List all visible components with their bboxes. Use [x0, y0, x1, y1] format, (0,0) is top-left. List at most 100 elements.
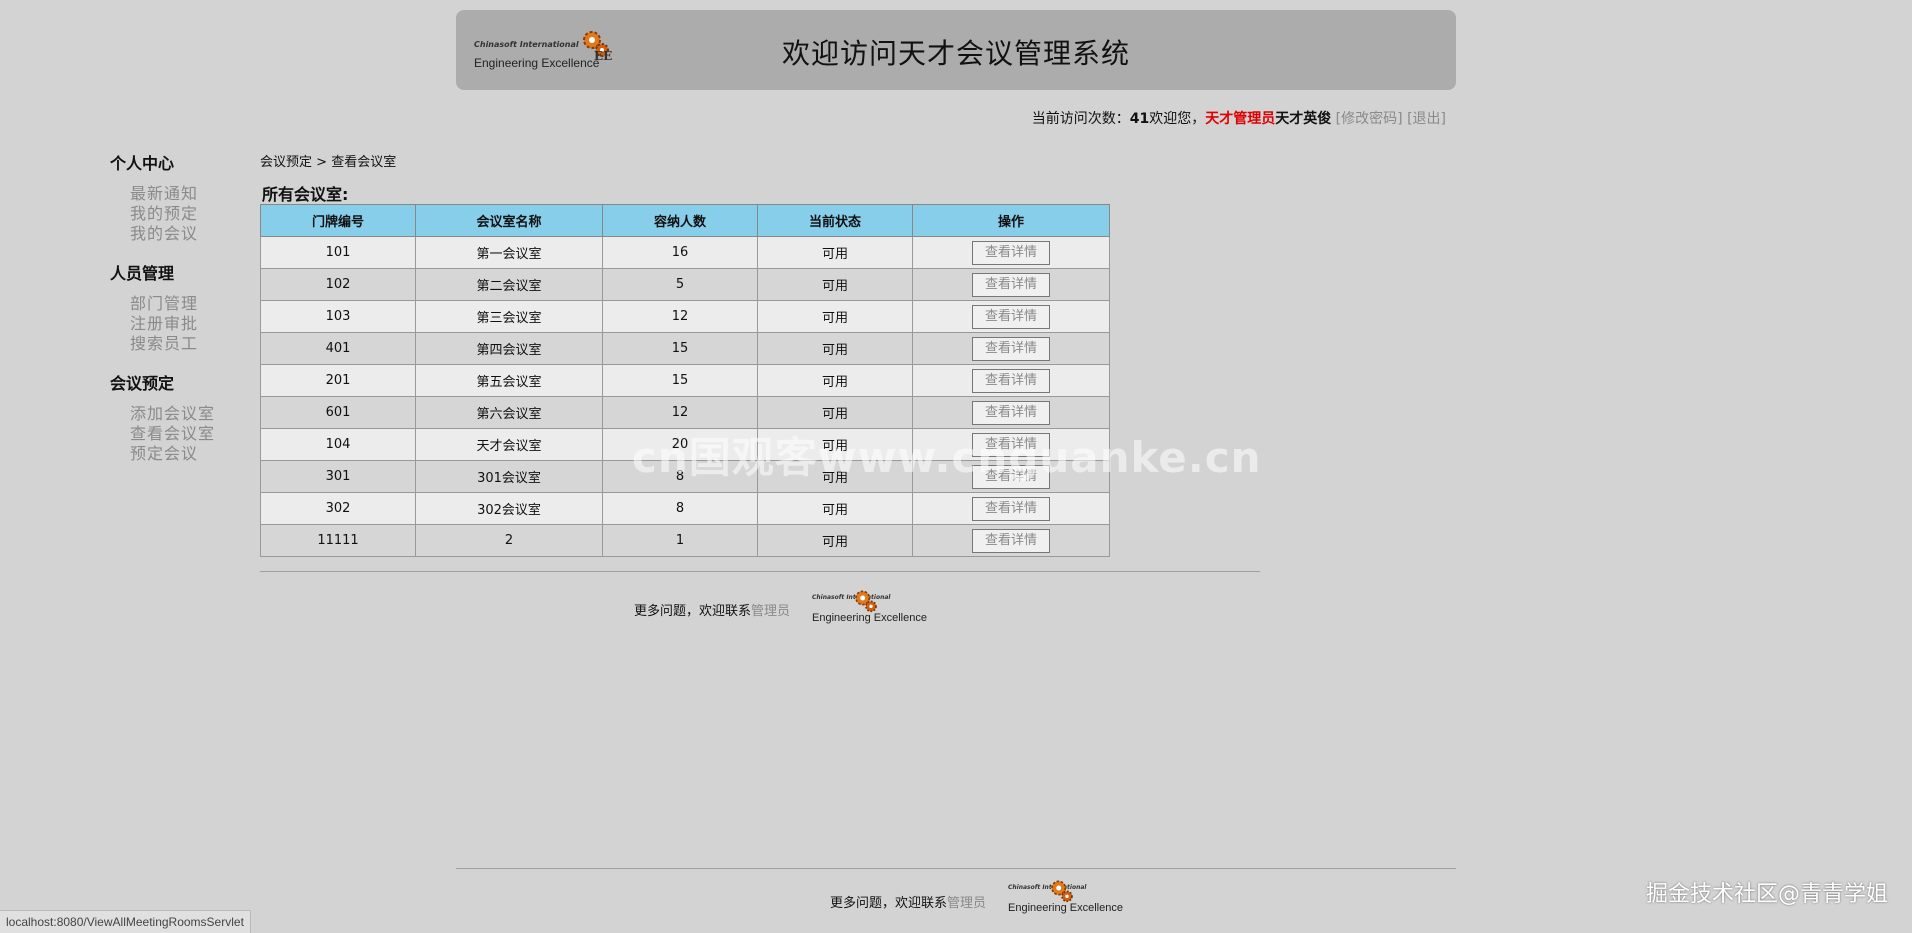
cell-room-name: 301会议室 [415, 460, 603, 493]
cell-room-number: 301 [260, 460, 416, 493]
gear-icon [855, 590, 877, 613]
cell-actions: 查看详情 [912, 268, 1110, 301]
watermark: cn国观客www.cnguanke.cn [632, 433, 1262, 482]
sidebar-item-my-reservations[interactable]: 我的预定 [130, 204, 240, 224]
user-info-bar: 当前访问次数：41欢迎您，天才管理员天才英俊 [修改密码] [退出] [1032, 108, 1446, 128]
table-header-row: 门牌编号 会议室名称 容纳人数 当前状态 操作 [260, 204, 1110, 237]
footer-text: 更多问题，欢迎联系 [830, 896, 948, 911]
table-row: 401 第四会议室 15 可用 查看详情 [260, 332, 1110, 365]
sidebar-group-meeting-booking: 会议预定 [110, 374, 175, 393]
cell-room-name: 第二会议室 [415, 268, 603, 301]
cell-actions: 查看详情 [912, 364, 1110, 397]
cell-room-name: 第五会议室 [415, 364, 603, 397]
gear-icon [1051, 880, 1073, 903]
breadcrumb: 会议预定 > 查看会议室 [260, 151, 396, 170]
corner-watermark: 掘金技术社区@青青学姐 [1645, 882, 1888, 907]
contact-admin-link[interactable]: 管理员 [947, 896, 986, 911]
cell-capacity: 16 [602, 236, 758, 269]
sidebar-nav: 个人中心 最新通知 我的预定 我的会议 人员管理 部门管理 注册审批 搜索员工 … [110, 150, 240, 480]
table-row: 101 第一会议室 16 可用 查看详情 [260, 236, 1110, 269]
section-title: 所有会议室: [262, 185, 349, 204]
browser-status-url: localhost:8080/ViewAllMeetingRoomsServle… [0, 910, 251, 933]
footer-text: 更多问题，欢迎联系 [634, 604, 752, 619]
contact-admin-link[interactable]: 管理员 [751, 604, 790, 619]
cell-status: 可用 [757, 364, 913, 397]
cell-room-name: 第六会议室 [415, 396, 603, 429]
cell-room-name: 天才会议室 [415, 428, 603, 461]
cell-status: 可用 [757, 524, 913, 557]
sidebar-group-personal: 个人中心 [110, 154, 175, 173]
sidebar-group-personnel: 人员管理 [110, 264, 175, 283]
sidebar-item-registration-approval[interactable]: 注册审批 [130, 314, 240, 334]
sidebar-item-my-meetings[interactable]: 我的会议 [130, 224, 240, 244]
cell-capacity: 5 [602, 268, 758, 301]
page-title: 欢迎访问天才会议管理系统 [781, 37, 1130, 70]
view-details-button[interactable]: 查看详情 [972, 272, 1050, 297]
cell-capacity: 8 [602, 492, 758, 525]
welcome-text: 欢迎您， [1149, 111, 1206, 127]
cell-actions: 查看详情 [912, 332, 1110, 365]
user-role: 天才管理员 [1205, 111, 1276, 127]
column-header-room-name: 会议室名称 [415, 204, 603, 237]
cell-room-number: 104 [260, 428, 416, 461]
cell-room-number: 101 [260, 236, 416, 269]
view-details-button[interactable]: 查看详情 [972, 496, 1050, 521]
cell-room-number: 11111 [260, 524, 416, 557]
sidebar-item-search-employees[interactable]: 搜索员工 [130, 334, 240, 354]
change-password-link[interactable]: [修改密码] [1336, 111, 1403, 127]
divider [456, 868, 1456, 869]
cell-capacity: 12 [602, 300, 758, 333]
cell-room-number: 102 [260, 268, 416, 301]
cell-status: 可用 [757, 332, 913, 365]
sidebar-item-book-meeting[interactable]: 预定会议 [130, 444, 240, 464]
sidebar-item-latest-notices[interactable]: 最新通知 [130, 184, 240, 204]
view-details-button[interactable]: 查看详情 [972, 368, 1050, 393]
table-row: 201 第五会议室 15 可用 查看详情 [260, 364, 1110, 397]
table-row: 102 第二会议室 5 可用 查看详情 [260, 268, 1110, 301]
visit-count: 41 [1129, 111, 1150, 127]
cell-status: 可用 [757, 268, 913, 301]
username: 天才英俊 [1275, 111, 1332, 127]
sidebar-item-view-rooms[interactable]: 查看会议室 [130, 424, 240, 444]
logout-link[interactable]: [退出] [1407, 111, 1446, 127]
view-details-button[interactable]: 查看详情 [972, 304, 1050, 329]
table-row: 103 第三会议室 12 可用 查看详情 [260, 300, 1110, 333]
content-footer: 更多问题，欢迎联系管理员 [634, 600, 790, 619]
cell-room-number: 302 [260, 492, 416, 525]
column-header-room-number: 门牌编号 [260, 204, 416, 237]
view-details-button[interactable]: 查看详情 [972, 400, 1050, 425]
column-header-capacity: 容纳人数 [602, 204, 758, 237]
page-footer: 更多问题，欢迎联系管理员 [830, 892, 986, 911]
meeting-rooms-table: 门牌编号 会议室名称 容纳人数 当前状态 操作 101 第一会议室 16 可用 查看详情… [260, 204, 1110, 557]
cell-actions: 查看详情 [912, 236, 1110, 269]
cell-room-name: 2 [415, 524, 603, 557]
table-row: 302 302会议室 8 可用 查看详情 [260, 492, 1110, 525]
cell-room-number: 201 [260, 364, 416, 397]
sidebar-item-add-room[interactable]: 添加会议室 [130, 404, 240, 424]
breadcrumb-separator: > [316, 155, 328, 170]
page-header: Chinasoft International Engineering Exce… [456, 10, 1456, 90]
sidebar-item-departments[interactable]: 部门管理 [130, 294, 240, 314]
cell-status: 可用 [757, 300, 913, 333]
cell-capacity: 15 [602, 364, 758, 397]
cell-room-number: 601 [260, 396, 416, 429]
footer-logo: Chinasoft International Engineering Exce… [1006, 878, 1123, 928]
breadcrumb-parent: 会议预定 [260, 155, 313, 170]
view-details-button[interactable]: 查看详情 [972, 528, 1050, 553]
cell-capacity: 15 [602, 332, 758, 365]
footer-logo: Chinasoft International Engineering Exce… [810, 588, 927, 636]
cell-actions: 查看详情 [912, 300, 1110, 333]
view-details-button[interactable]: 查看详情 [972, 336, 1050, 361]
divider [260, 571, 1260, 572]
cell-capacity: 1 [602, 524, 758, 557]
cell-room-name: 第四会议室 [415, 332, 603, 365]
cell-actions: 查看详情 [912, 524, 1110, 557]
view-details-button[interactable]: 查看详情 [972, 240, 1050, 265]
cell-room-name: 第一会议室 [415, 236, 603, 269]
table-row: 11111 2 1 可用 查看详情 [260, 524, 1110, 557]
visit-count-label: 当前访问次数： [1031, 111, 1130, 127]
breadcrumb-current: 查看会议室 [331, 155, 397, 170]
cell-room-name: 第三会议室 [415, 300, 603, 333]
column-header-status: 当前状态 [757, 204, 913, 237]
cell-status: 可用 [757, 236, 913, 269]
